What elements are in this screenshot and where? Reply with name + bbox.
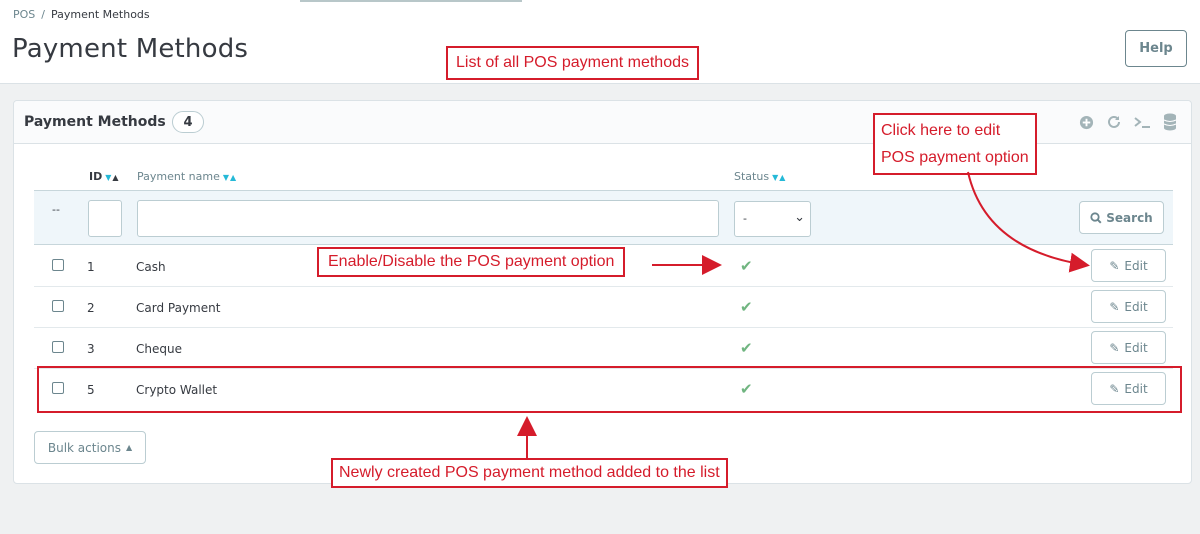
column-header-status[interactable]: Status ▼▲	[734, 170, 786, 183]
refresh-icon[interactable]	[1105, 113, 1123, 131]
breadcrumb-separator: /	[41, 8, 45, 21]
row-checkbox[interactable]	[52, 300, 64, 312]
edit-label: Edit	[1124, 340, 1148, 355]
top-strip	[300, 0, 522, 2]
breadcrumb-parent[interactable]: POS	[13, 8, 35, 21]
bulk-actions-label: Bulk actions	[47, 440, 121, 455]
edit-button[interactable]: ✎ Edit	[1091, 290, 1166, 323]
status-check-icon[interactable]: ✔	[740, 257, 753, 275]
status-check-icon[interactable]: ✔	[740, 339, 753, 357]
panel-title: Payment Methods	[24, 114, 166, 130]
plus-circle-icon[interactable]	[1077, 113, 1095, 131]
count-badge: 4	[172, 111, 204, 133]
annotation-edit-line2: POS payment option	[881, 149, 1029, 166]
edit-label: Edit	[1124, 299, 1148, 314]
caret-up-icon: ▲	[125, 443, 133, 452]
search-icon	[1090, 211, 1102, 224]
search-button[interactable]: Search	[1079, 201, 1164, 234]
row-name: Cheque	[136, 342, 182, 356]
chevron-down-icon: ⌄	[794, 210, 805, 225]
filter-status-value: -	[743, 212, 747, 225]
sort-icon[interactable]: ▼▲	[772, 173, 786, 182]
column-id-label: ID	[89, 170, 103, 183]
database-icon[interactable]	[1161, 113, 1179, 131]
column-header-id[interactable]: ID ▼▲	[89, 170, 120, 183]
annotation-new-note: Newly created POS payment method added t…	[331, 458, 728, 488]
column-name-label: Payment name	[137, 170, 220, 183]
edit-button[interactable]: ✎ Edit	[1091, 249, 1166, 282]
table-row: 3 Cheque ✔ ✎ Edit	[34, 328, 1173, 369]
annotation-edit-note: Click here to edit POS payment option	[873, 113, 1037, 175]
row-id: 2	[87, 301, 95, 315]
annotation-edit-line1: Click here to edit	[881, 122, 1001, 139]
row-id: 1	[87, 260, 95, 274]
row-id: 3	[87, 342, 95, 356]
annotation-list-note: List of all POS payment methods	[446, 46, 699, 80]
page-title: Payment Methods	[12, 34, 249, 64]
search-label: Search	[1106, 210, 1153, 225]
status-check-icon[interactable]: ✔	[740, 298, 753, 316]
column-header-name[interactable]: Payment name ▼▲	[137, 170, 237, 183]
sort-icon[interactable]: ▼▲	[223, 173, 237, 182]
edit-button[interactable]: ✎ Edit	[1091, 331, 1166, 364]
filter-dash: --	[52, 203, 60, 216]
filter-name-input[interactable]	[137, 200, 719, 237]
row-name: Card Payment	[136, 301, 221, 315]
breadcrumb-current: Payment Methods	[51, 8, 150, 21]
help-button[interactable]: Help	[1125, 30, 1187, 67]
bulk-actions-button[interactable]: Bulk actions ▲	[34, 431, 146, 464]
filter-status-select[interactable]: - ⌄	[734, 201, 811, 237]
row-name: Cash	[136, 260, 166, 274]
column-status-label: Status	[734, 170, 770, 183]
panel-tools	[1077, 113, 1179, 131]
filter-row: -- - ⌄ Search	[34, 190, 1173, 245]
pencil-icon: ✎	[1109, 340, 1120, 355]
table-row: 2 Card Payment ✔ ✎ Edit	[34, 287, 1173, 328]
row-checkbox[interactable]	[52, 341, 64, 353]
terminal-icon[interactable]	[1133, 113, 1151, 131]
pencil-icon: ✎	[1109, 299, 1120, 314]
breadcrumb: POS / Payment Methods	[13, 8, 150, 21]
row-checkbox[interactable]	[52, 259, 64, 271]
edit-label: Edit	[1124, 258, 1148, 273]
sort-icon[interactable]: ▼▲	[105, 173, 119, 182]
pencil-icon: ✎	[1109, 258, 1120, 273]
new-row-highlight	[37, 366, 1182, 413]
annotation-status-note: Enable/Disable the POS payment option	[317, 247, 626, 277]
filter-id-input[interactable]	[88, 200, 122, 237]
